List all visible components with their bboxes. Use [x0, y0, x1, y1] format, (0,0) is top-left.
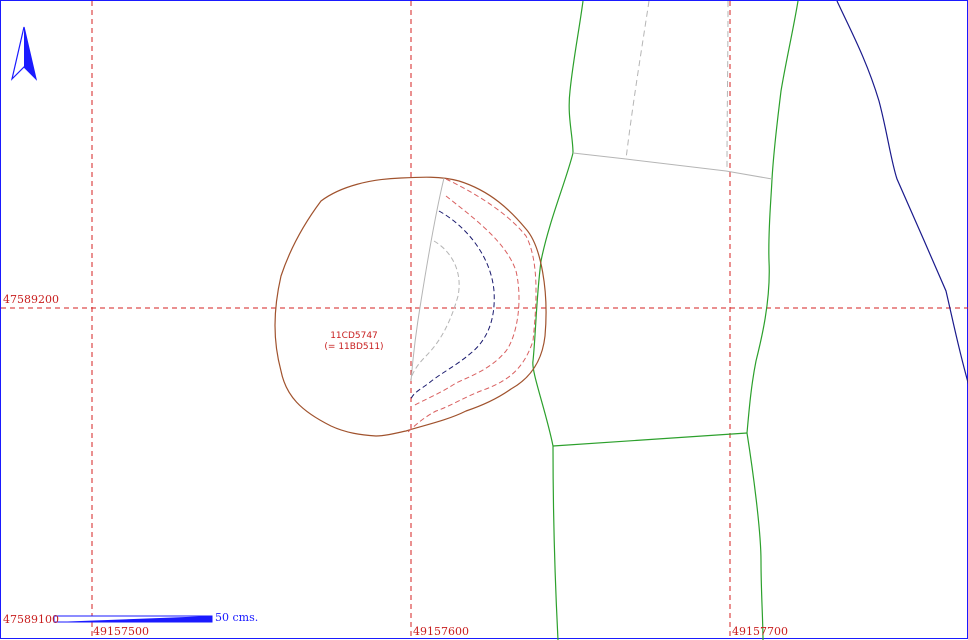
contour-grey-edge: [410, 177, 445, 382]
grey-dashed-line: [625, 1, 650, 160]
north-arrow-icon: [10, 26, 38, 81]
contour-grey-inner: [410, 240, 460, 380]
grid-lines: [1, 1, 968, 640]
map-viewport[interactable]: 47589200 47589100 49157500 49157600 4915…: [0, 0, 968, 640]
easting-label: 49157700: [732, 625, 788, 638]
grey-lines: [572, 1, 773, 180]
field-boundary-right: [746, 1, 799, 640]
northing-label: 47589200: [3, 293, 59, 306]
field-boundary-left: [532, 1, 584, 640]
map-canvas[interactable]: [1, 1, 968, 640]
feature-label[interactable]: 11CD5747 (= 11BD511): [311, 331, 397, 353]
contour-red-outer: [405, 178, 537, 435]
inner-contours: [405, 177, 537, 435]
grey-dashed-line: [726, 1, 729, 172]
contour-red-inner: [412, 195, 520, 407]
river-line: [836, 1, 968, 385]
grey-line-top: [572, 152, 773, 180]
scale-bar-label: 50 cms.: [215, 611, 259, 624]
northing-label: 47589100: [3, 613, 59, 626]
easting-label: 49157600: [413, 625, 469, 638]
field-boundary-cross: [552, 432, 748, 447]
easting-label: 49157500: [93, 625, 149, 638]
feature-id: 11CD5747: [330, 331, 378, 341]
field-boundaries: [532, 1, 799, 640]
scale-bar: [53, 615, 213, 623]
feature-alias: (= 11BD511): [324, 342, 384, 352]
